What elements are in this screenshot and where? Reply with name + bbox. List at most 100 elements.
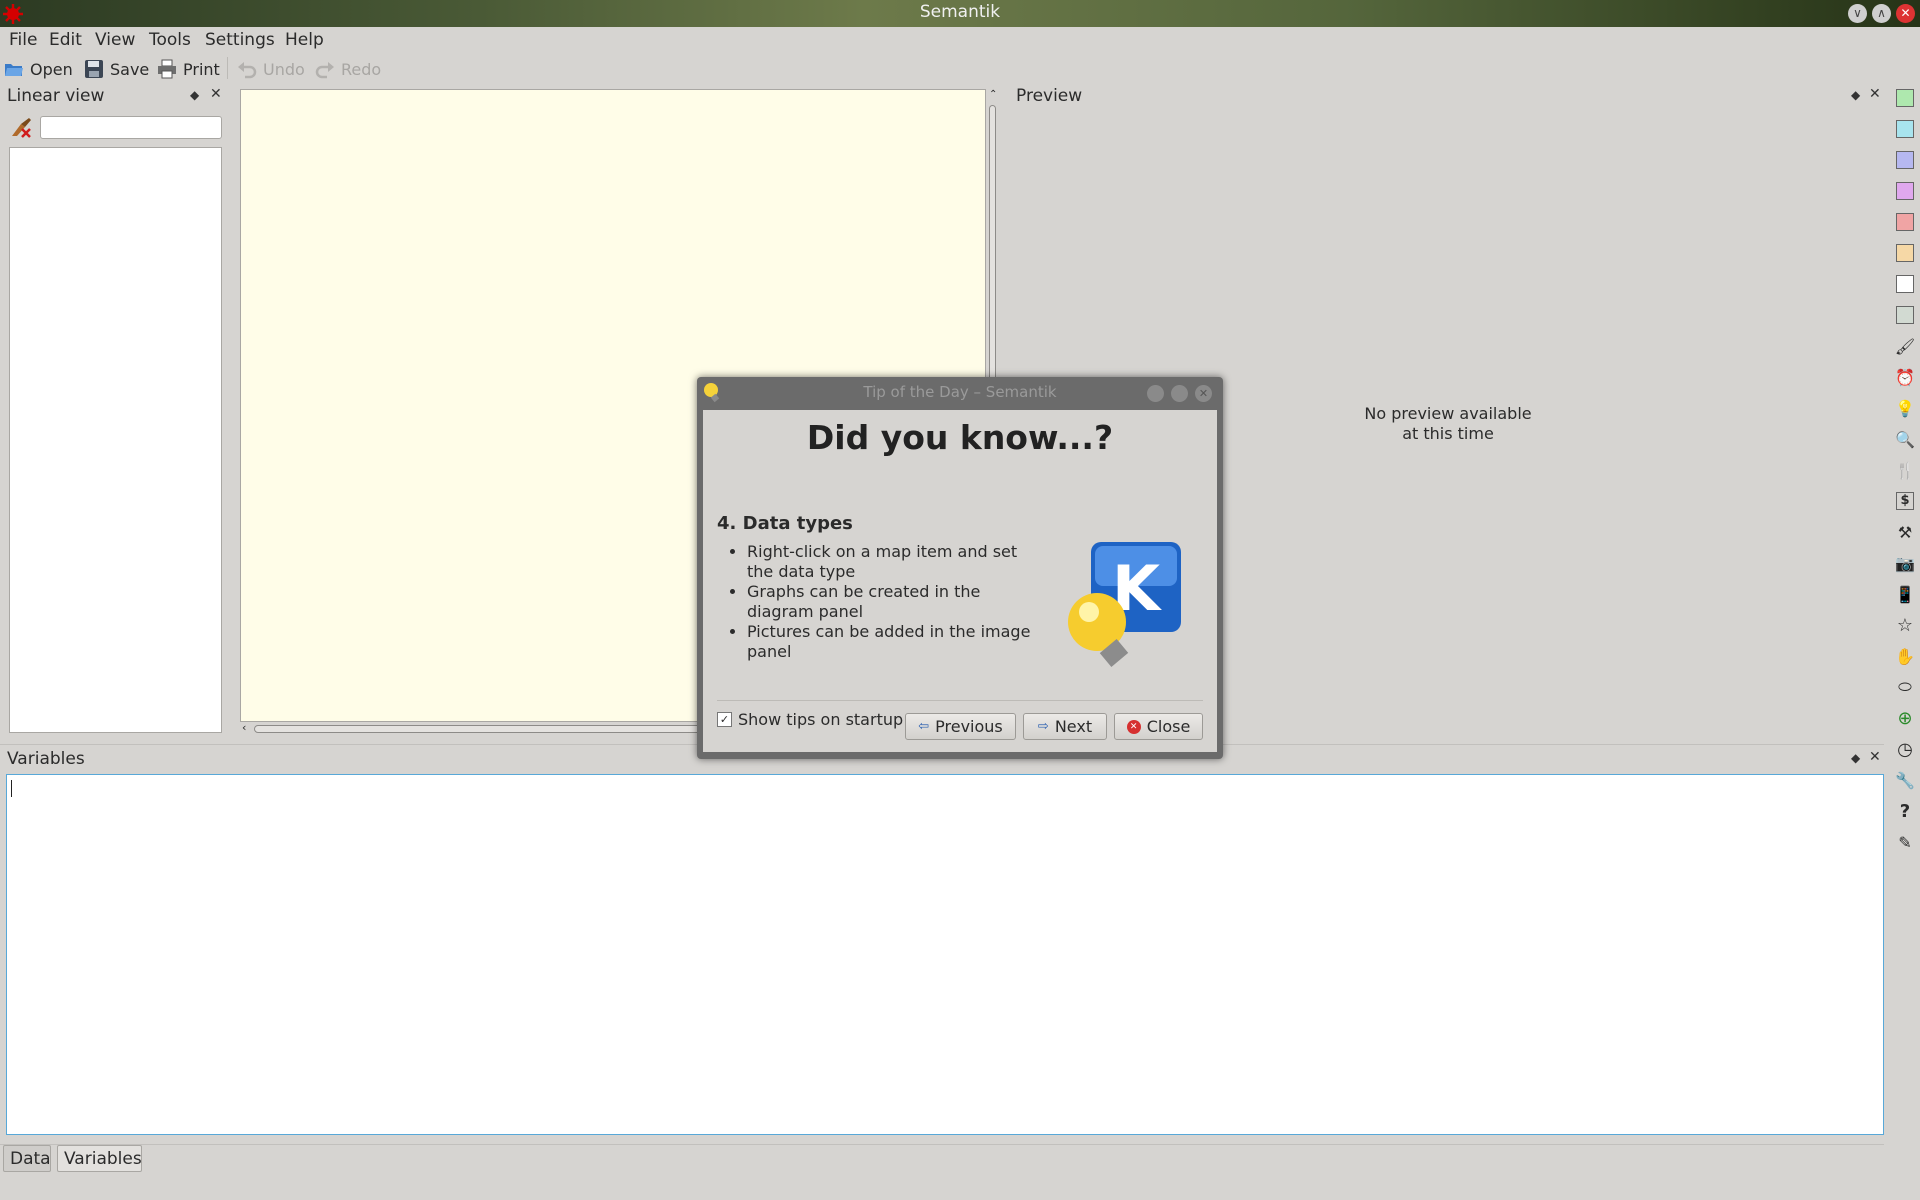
tab-variables[interactable]: Variables: [57, 1145, 142, 1172]
target-icon[interactable]: ⊕: [1894, 707, 1916, 729]
close-dock-icon[interactable]: ✕: [210, 86, 222, 102]
tip-title: 4. Data types: [717, 513, 853, 534]
menu-settings[interactable]: Settings: [205, 30, 275, 50]
variables-editor[interactable]: [6, 774, 1884, 1135]
preview-message-line1: No preview available: [1364, 404, 1532, 423]
color-swatch-white[interactable]: [1894, 273, 1916, 295]
phone-icon[interactable]: 📱: [1894, 583, 1916, 605]
color-swatch-red[interactable]: [1894, 211, 1916, 233]
float-dock-icon[interactable]: ◆: [1851, 751, 1860, 765]
clock-icon[interactable]: ◷: [1894, 738, 1916, 760]
show-tips-checkbox[interactable]: ✓ Show tips on startup: [717, 710, 903, 729]
undo-button[interactable]: Undo: [237, 57, 305, 81]
linear-view-filter-input[interactable]: [40, 116, 222, 139]
redo-icon: [315, 62, 334, 79]
tip-list: Right-click on a map item and set the da…: [727, 542, 1037, 662]
dollar-icon[interactable]: $: [1894, 490, 1916, 512]
menu-view[interactable]: View: [95, 30, 135, 50]
dialog-title: Tip of the Day – Semantik: [863, 383, 1057, 401]
toolbar-separator: [227, 57, 228, 79]
note-edit-icon[interactable]: ✎: [1894, 831, 1916, 853]
undo-icon: [238, 62, 257, 79]
folder-open-icon: [5, 64, 23, 76]
kde-bulb-logo-icon: K: [1068, 542, 1181, 667]
color-swatch-orange[interactable]: [1894, 242, 1916, 264]
arrow-left-icon: ⇦: [918, 719, 930, 734]
undo-label: Undo: [263, 59, 305, 79]
show-tips-label: Show tips on startup: [738, 710, 904, 729]
close-dock-icon[interactable]: ✕: [1869, 86, 1881, 102]
alarm-clock-icon[interactable]: ⏰: [1894, 366, 1916, 388]
menu-bar: File Edit View Tools Settings Help: [0, 27, 1920, 53]
linear-view-tree[interactable]: [9, 147, 222, 733]
arrow-right-icon: ⇨: [1037, 719, 1049, 734]
redo-label: Redo: [341, 59, 382, 79]
lasso-icon[interactable]: ⬭: [1894, 676, 1916, 698]
close-dock-icon[interactable]: ✕: [1869, 749, 1881, 765]
previous-button[interactable]: ⇦ Previous: [905, 713, 1016, 740]
question-icon[interactable]: ?: [1894, 800, 1916, 822]
color-swatch-green[interactable]: [1894, 87, 1916, 109]
star-icon[interactable]: ☆: [1894, 614, 1916, 636]
menu-tools[interactable]: Tools: [149, 30, 191, 50]
dialog-maximize-icon[interactable]: [1171, 385, 1188, 402]
menu-help[interactable]: Help: [285, 30, 324, 50]
magnifier-icon[interactable]: 🔍: [1894, 428, 1916, 450]
previous-label: Previous: [935, 717, 1003, 736]
redo-button[interactable]: Redo: [315, 57, 381, 81]
tip-list-item: Pictures can be added in the image panel: [747, 622, 1037, 662]
paint-brush-icon[interactable]: 🖌: [1894, 335, 1916, 357]
close-label: Close: [1146, 717, 1191, 736]
menu-file[interactable]: File: [9, 30, 37, 50]
scroll-left-icon[interactable]: ‹: [242, 721, 246, 734]
tab-data[interactable]: Data: [3, 1145, 51, 1172]
close-window-icon[interactable]: ✕: [1896, 4, 1915, 23]
float-dock-icon[interactable]: ◆: [190, 88, 199, 102]
checkbox-check-icon[interactable]: ✓: [717, 712, 732, 727]
color-swatch-blue[interactable]: [1894, 149, 1916, 171]
linear-view-title: Linear view: [7, 86, 105, 106]
printer-icon: [158, 59, 176, 79]
color-swatch-gray[interactable]: [1894, 304, 1916, 326]
tip-list-item: Graphs can be created in the diagram pan…: [747, 582, 1037, 622]
color-swatch-cyan[interactable]: [1894, 118, 1916, 140]
open-label: Open: [30, 59, 73, 79]
dialog-separator: [717, 700, 1203, 701]
floppy-disk-icon: [85, 60, 103, 78]
save-button[interactable]: Save: [84, 57, 149, 81]
minimize-icon[interactable]: ∨: [1848, 4, 1867, 23]
preview-message: No preview available at this time: [1300, 404, 1596, 444]
print-label: Print: [183, 59, 220, 79]
gavel-icon[interactable]: ⚒: [1894, 521, 1916, 543]
open-button[interactable]: Open: [4, 57, 73, 81]
next-label: Next: [1054, 717, 1093, 736]
camera-icon[interactable]: 📷: [1894, 552, 1916, 574]
preview-message-line2: at this time: [1402, 424, 1494, 443]
variables-title: Variables: [7, 749, 85, 769]
color-swatch-violet[interactable]: [1894, 180, 1916, 202]
text-cursor: [11, 780, 12, 797]
window-title: Semantik: [919, 2, 1001, 22]
print-button[interactable]: Print: [157, 57, 220, 81]
wrench-icon[interactable]: 🔧: [1894, 769, 1916, 791]
preview-title: Preview: [1016, 86, 1083, 106]
next-button[interactable]: ⇨ Next: [1023, 713, 1107, 740]
light-bulb-icon[interactable]: 💡: [1894, 397, 1916, 419]
hand-icon[interactable]: ✋: [1894, 645, 1916, 667]
scroll-up-icon[interactable]: ⌃: [989, 89, 997, 100]
save-label: Save: [110, 59, 150, 79]
close-button[interactable]: ✕ Close: [1114, 713, 1203, 740]
clear-filter-icon[interactable]: [9, 116, 33, 138]
window-title-bar: Semantik ∨ ∧ ✕: [0, 0, 1920, 27]
maximize-icon[interactable]: ∧: [1872, 4, 1891, 23]
menu-edit[interactable]: Edit: [49, 30, 82, 50]
close-circle-icon: ✕: [1126, 719, 1141, 734]
dialog-minimize-icon[interactable]: [1147, 385, 1164, 402]
main-toolbar: Open Save Print Undo Redo: [0, 53, 1920, 83]
tip-of-the-day-dialog: Tip of the Day – Semantik ✕ Did you know…: [697, 377, 1223, 759]
tip-list-item: Right-click on a map item and set the da…: [747, 542, 1037, 582]
fork-knife-icon[interactable]: 🍴: [1894, 459, 1916, 481]
float-dock-icon[interactable]: ◆: [1851, 88, 1860, 102]
dialog-close-icon[interactable]: ✕: [1195, 385, 1212, 402]
tabs-separator: [0, 1144, 1884, 1145]
